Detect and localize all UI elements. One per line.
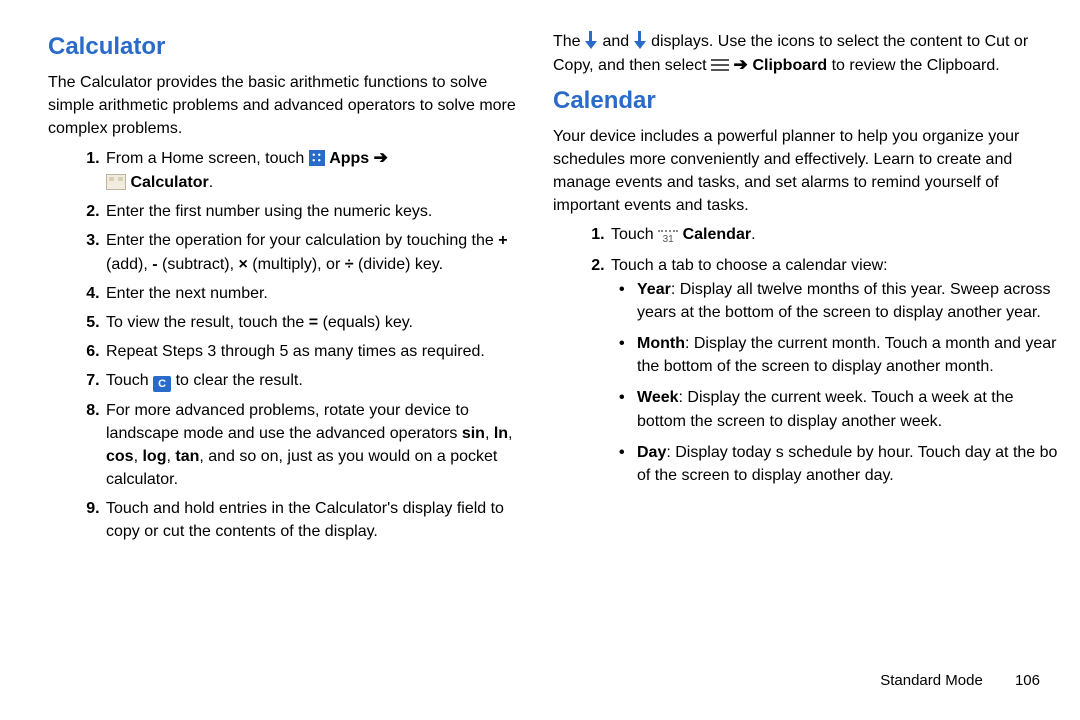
clear-button-icon: C — [153, 376, 171, 392]
text: (subtract), — [158, 256, 239, 273]
step-2: Enter the first number using the numeric… — [104, 200, 525, 223]
text: to clear the result. — [176, 372, 303, 389]
multiply-key: × — [238, 256, 247, 273]
view-day: Day: Display today s schedule by hour. T… — [635, 441, 1058, 487]
text: (divide) key. — [354, 256, 444, 273]
text: : Display today s schedule by hour. Touc… — [637, 444, 1057, 484]
view-month: Month: Display the current month. Touch … — [635, 332, 1058, 378]
text: (add), — [106, 256, 152, 273]
view-week: Week: Display the current week. Touch a … — [635, 386, 1058, 432]
calculator-app-icon — [106, 174, 126, 190]
calculator-label: Calculator — [130, 174, 208, 191]
equals-key: = — [309, 314, 318, 331]
step-1: From a Home screen, touch Apps ➔ Calcula… — [104, 146, 525, 194]
text: The — [553, 33, 585, 50]
page-number: 106 — [1015, 672, 1040, 689]
cos-op: cos — [106, 448, 134, 465]
text: , — [485, 425, 494, 442]
selection-handle-left-icon — [585, 31, 598, 49]
tan-op: tan — [175, 448, 199, 465]
calculator-intro: The Calculator provides the basic arithm… — [48, 71, 525, 141]
calendar-intro: Your device includes a powerful planner … — [553, 125, 1058, 218]
cal-step-2: Touch a tab to choose a calendar view: Y… — [609, 254, 1058, 487]
manual-page: Calculator The Calculator provides the b… — [0, 0, 1080, 720]
clipboard-label: Clipboard — [752, 57, 827, 74]
calendar-steps: Touch 31 Calendar. Touch a tab to choose… — [553, 223, 1058, 487]
page-footer: Standard Mode 106 — [880, 670, 1040, 692]
text: : Display the current month. Touch a mon… — [637, 335, 1056, 375]
plus-key: + — [498, 232, 507, 249]
text: , — [508, 425, 512, 442]
calculator-steps: From a Home screen, touch Apps ➔ Calcula… — [48, 146, 525, 543]
text: From a Home screen, touch — [106, 150, 309, 167]
sin-op: sin — [462, 425, 485, 442]
left-column: Calculator The Calculator provides the b… — [48, 30, 553, 720]
text: (equals) key. — [318, 314, 413, 331]
calendar-views: Year: Display all twelve months of this … — [611, 278, 1058, 488]
text: To view the result, touch the — [106, 314, 309, 331]
ln-op: ln — [494, 425, 508, 442]
view-year: Year: Display all twelve months of this … — [635, 278, 1058, 324]
step-6: Repeat Steps 3 through 5 as many times a… — [104, 340, 525, 363]
arrow-icon: ➔ — [733, 55, 752, 74]
arrow-icon: ➔ — [374, 148, 388, 167]
label: Year — [637, 281, 671, 298]
text: and — [602, 33, 633, 50]
text: : Display the current week. Touch a week… — [637, 389, 1014, 429]
apps-grid-icon — [309, 150, 325, 166]
label: Day — [637, 444, 666, 461]
label: Week — [637, 389, 679, 406]
calendar-label: Calendar — [683, 226, 751, 243]
calendar-heading: Calendar — [553, 84, 1058, 119]
text: . — [751, 226, 755, 243]
divide-key: ÷ — [345, 256, 354, 273]
footer-mode: Standard Mode — [880, 672, 983, 689]
apps-label: Apps — [329, 150, 373, 167]
cal-step-1: Touch 31 Calendar. — [609, 223, 1058, 248]
calculator-heading: Calculator — [48, 30, 525, 65]
text: (multiply), or — [248, 256, 345, 273]
text: Touch — [106, 372, 153, 389]
log-op: log — [142, 448, 166, 465]
selection-handle-right-icon — [634, 31, 647, 49]
text: For more advanced problems, rotate your … — [106, 402, 469, 442]
text: : Display all twelve months of this year… — [637, 281, 1051, 321]
step-3: Enter the operation for your calculation… — [104, 229, 525, 275]
step-7: Touch C to clear the result. — [104, 369, 525, 392]
text: to review the Clipboard. — [827, 57, 1000, 74]
right-column: The and displays. Use the icons to selec… — [553, 30, 1058, 720]
step-8: For more advanced problems, rotate your … — [104, 399, 525, 492]
menu-icon — [711, 58, 729, 72]
step-5: To view the result, touch the = (equals)… — [104, 311, 525, 334]
text: Enter the operation for your calculation… — [106, 232, 498, 249]
label: Month — [637, 335, 685, 352]
calendar-app-icon: 31 — [658, 230, 678, 248]
clipboard-paragraph: The and displays. Use the icons to selec… — [553, 30, 1058, 78]
step-9: Touch and hold entries in the Calculator… — [104, 497, 525, 543]
text: Touch a tab to choose a calendar view: — [611, 257, 888, 274]
text: Touch — [611, 226, 658, 243]
text: . — [209, 174, 213, 191]
step-4: Enter the next number. — [104, 282, 525, 305]
